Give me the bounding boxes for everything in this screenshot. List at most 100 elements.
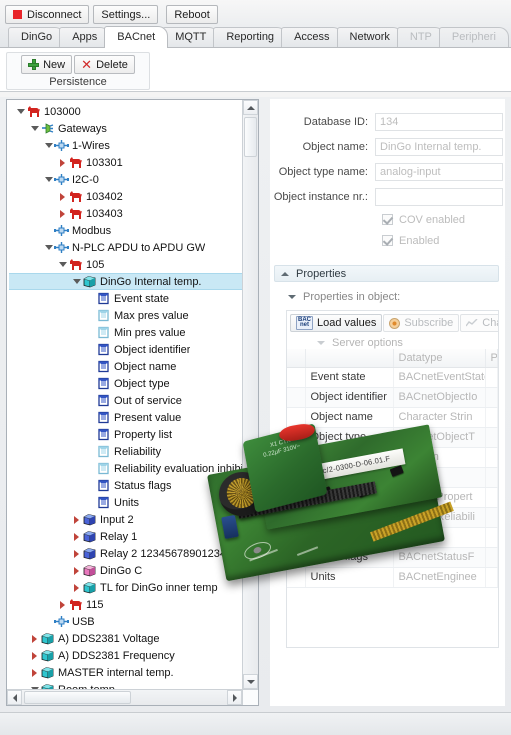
disconnect-button[interactable]: Disconnect bbox=[5, 5, 90, 24]
tree-node[interactable]: Object name bbox=[9, 358, 242, 375]
chart-button[interactable]: Chart bbox=[460, 314, 498, 332]
table-row[interactable]: Reliability BACnetReliabili bbox=[287, 507, 498, 528]
table-row[interactable]: Reliability evaluat Boolean bbox=[287, 527, 498, 548]
table-row[interactable]: Out of service Boolean bbox=[287, 447, 498, 468]
tab-bacnet[interactable]: BACnet bbox=[104, 26, 169, 48]
reboot-button[interactable]: Reboot bbox=[166, 5, 218, 24]
tree-hscroll-thumb[interactable] bbox=[24, 691, 131, 704]
tree-node[interactable]: Min pres value bbox=[9, 324, 242, 341]
row-select-cell[interactable] bbox=[287, 567, 306, 588]
load-values-button[interactable]: BAC net Load values bbox=[290, 314, 383, 332]
tree-node[interactable]: DinGo C bbox=[9, 562, 242, 579]
checkbox[interactable] bbox=[382, 235, 393, 246]
row-select-cell[interactable] bbox=[287, 407, 306, 428]
scroll-up-arrow[interactable] bbox=[243, 100, 258, 115]
scroll-down-arrow[interactable] bbox=[243, 674, 258, 689]
tab-access[interactable]: Access bbox=[281, 27, 343, 47]
tree-node[interactable]: Out of service bbox=[9, 392, 242, 409]
col-select[interactable] bbox=[287, 349, 306, 368]
tree-node[interactable]: 105 bbox=[9, 256, 242, 273]
delete-button[interactable]: ✕ Delete bbox=[74, 55, 135, 74]
tree-expander-open[interactable] bbox=[15, 106, 26, 117]
col-poll[interactable]: Pol bbox=[485, 349, 498, 368]
tab-apps[interactable]: Apps bbox=[59, 27, 111, 47]
scroll-left-arrow[interactable] bbox=[7, 690, 22, 705]
row-select-cell[interactable] bbox=[287, 527, 306, 548]
tab-peripheri[interactable]: Peripheri bbox=[438, 27, 509, 47]
tree-expander-closed[interactable] bbox=[57, 191, 68, 202]
table-row[interactable]: Status flags BACnetStatusF bbox=[287, 547, 498, 568]
tree-horizontal-scrollbar[interactable] bbox=[7, 689, 242, 705]
new-button[interactable]: New bbox=[21, 55, 73, 74]
table-row[interactable]: Present value Real bbox=[287, 467, 498, 488]
tree-expander-open[interactable] bbox=[29, 123, 40, 134]
tree-expander-closed[interactable] bbox=[29, 633, 40, 644]
table-row[interactable]: Object name Character Strin bbox=[287, 407, 498, 428]
tree-node[interactable]: USB bbox=[9, 613, 242, 630]
tree-node[interactable]: TL for DinGo inner temp bbox=[9, 579, 242, 596]
field-input[interactable]: analog-input bbox=[375, 162, 503, 181]
checkbox[interactable] bbox=[382, 214, 393, 225]
tree-node[interactable]: Reliability bbox=[9, 443, 242, 460]
tree-expander-open[interactable] bbox=[43, 174, 54, 185]
tree-node[interactable]: A) DDS2381 Frequency bbox=[9, 647, 242, 664]
tree-expander-closed[interactable] bbox=[57, 599, 68, 610]
table-row[interactable]: Event state BACnetEventState bbox=[287, 367, 498, 388]
tree-expander-closed[interactable] bbox=[29, 667, 40, 678]
pane-splitter[interactable] bbox=[261, 99, 268, 706]
properties-expander-header[interactable]: Properties bbox=[274, 265, 499, 282]
tree-node[interactable]: Relay 2 12345678901234567 bbox=[9, 545, 242, 562]
field-input[interactable]: DinGo Internal temp. bbox=[375, 137, 503, 156]
tree-node[interactable]: 103403 bbox=[9, 205, 242, 222]
tree-node[interactable]: Status flags bbox=[9, 477, 242, 494]
col-datatype[interactable]: Datatype bbox=[393, 349, 486, 368]
tree-node[interactable]: Object type bbox=[9, 375, 242, 392]
scroll-right-arrow[interactable] bbox=[227, 690, 242, 705]
object-tree[interactable]: 103000 Gateways 1-Wires 103301 I2C-0 103402 10… bbox=[7, 100, 242, 689]
row-select-cell[interactable] bbox=[287, 507, 306, 528]
tree-node[interactable]: Max pres value bbox=[9, 307, 242, 324]
tree-expander-open[interactable] bbox=[57, 259, 68, 270]
tree-node[interactable]: Gateways bbox=[9, 120, 242, 137]
tree-expander-closed[interactable] bbox=[71, 565, 82, 576]
checkbox-row[interactable]: COV enabled bbox=[270, 209, 505, 230]
tree-expander-open[interactable] bbox=[71, 276, 82, 287]
tree-node[interactable]: Relay 1 bbox=[9, 528, 242, 545]
properties-in-object-row[interactable]: Properties in object: bbox=[288, 291, 505, 303]
table-row[interactable]: Object type BACnetObjectT bbox=[287, 427, 498, 448]
tree-node[interactable]: A) DDS2381 Voltage bbox=[9, 630, 242, 647]
tree-node[interactable]: N-PLC APDU to APDU GW bbox=[9, 239, 242, 256]
tab-network[interactable]: Network bbox=[336, 27, 403, 47]
tree-expander-closed[interactable] bbox=[71, 582, 82, 593]
tree-expander-closed[interactable] bbox=[71, 531, 82, 542]
subscribe-button[interactable]: Subscribe bbox=[383, 314, 460, 332]
tab-mqtt[interactable]: MQTT bbox=[162, 27, 220, 47]
row-select-cell[interactable] bbox=[287, 447, 306, 468]
tree-node[interactable]: Input 2 bbox=[9, 511, 242, 528]
tree-node[interactable]: 103000 bbox=[9, 103, 242, 120]
tree-vscroll-thumb[interactable] bbox=[244, 117, 257, 157]
tree-node[interactable]: Room temp. bbox=[9, 681, 242, 689]
tree-node[interactable]: 103301 bbox=[9, 154, 242, 171]
tree-node[interactable]: Modbus bbox=[9, 222, 242, 239]
tree-node[interactable]: Reliability evaluation inhibit bbox=[9, 460, 242, 477]
col-name[interactable] bbox=[305, 349, 394, 368]
tab-ntp[interactable]: NTP bbox=[396, 27, 445, 47]
table-row[interactable]: Property list BACnetPropert bbox=[287, 487, 498, 508]
field-input[interactable]: 134 bbox=[375, 112, 503, 131]
tree-node[interactable]: Present value bbox=[9, 409, 242, 426]
table-row[interactable]: Units BACnetEnginee bbox=[287, 567, 498, 588]
tree-expander-closed[interactable] bbox=[71, 514, 82, 525]
tree-node[interactable]: 1-Wires bbox=[9, 137, 242, 154]
tree-node[interactable]: MASTER internal temp. bbox=[9, 664, 242, 681]
row-select-cell[interactable] bbox=[287, 547, 306, 568]
field-input[interactable] bbox=[375, 187, 503, 206]
tree-node[interactable]: 115 bbox=[9, 596, 242, 613]
row-select-cell[interactable] bbox=[287, 487, 306, 508]
row-select-cell[interactable] bbox=[287, 427, 306, 448]
tree-expander-closed[interactable] bbox=[57, 157, 68, 168]
row-select-cell[interactable] bbox=[287, 367, 306, 388]
tree-node[interactable]: 103402 bbox=[9, 188, 242, 205]
tree-node[interactable]: Property list bbox=[9, 426, 242, 443]
tree-expander-closed[interactable] bbox=[29, 650, 40, 661]
